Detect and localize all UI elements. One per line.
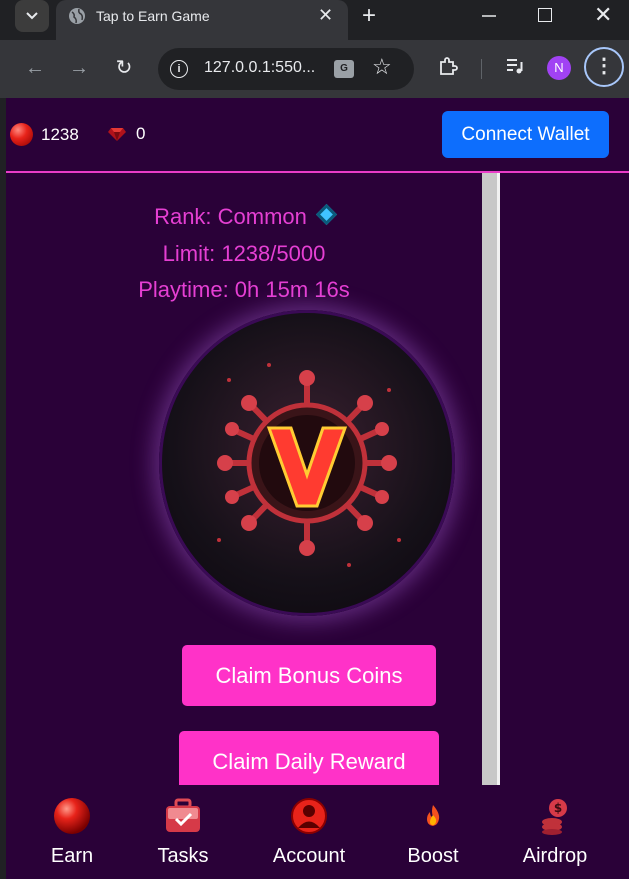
nav-account[interactable]: Account (259, 785, 359, 868)
nav-account-label: Account (272, 845, 346, 867)
red-orb-icon (54, 798, 90, 834)
back-arrow-icon[interactable]: ← (24, 57, 46, 79)
browser-menu-icon[interactable]: ⋮ (584, 47, 624, 87)
diamond-rank-icon (315, 203, 338, 226)
forward-arrow-icon[interactable]: → (68, 57, 90, 79)
tab-title: Tap to Earn Game (96, 8, 210, 24)
tap-coin-button[interactable] (159, 310, 455, 616)
site-info-icon[interactable]: i (170, 60, 188, 78)
tab-search-button[interactable] (15, 0, 49, 32)
gem-count: 0 (136, 124, 146, 143)
claim-daily-reward-button[interactable]: Claim Daily Reward (179, 731, 439, 793)
coins-icon: $ (542, 799, 567, 835)
limit-text: Limit: 1238/5000 (162, 241, 326, 266)
nav-tasks[interactable]: Tasks (133, 785, 233, 868)
inner-scrollbar[interactable] (480, 173, 500, 785)
claim-bonus-coins-button[interactable]: Claim Bonus Coins (182, 645, 436, 706)
nav-earn-label: Earn (50, 845, 94, 867)
reload-icon[interactable]: ↻ (113, 57, 135, 79)
nav-boost[interactable]: Boost (383, 785, 483, 868)
game-page: 1238 0 Connect Wallet Rank: Common Limit… (6, 98, 629, 879)
coin-count: 1238 (41, 124, 79, 144)
minimize-icon[interactable] (480, 4, 498, 24)
red-coin-icon (10, 123, 33, 146)
browser-tab[interactable]: Tap to Earn Game ✕ (56, 0, 348, 40)
browser-tabstrip: Tap to Earn Game ✕ + ✕ (0, 0, 629, 40)
briefcase-icon (166, 798, 200, 832)
maximize-icon[interactable] (538, 8, 552, 22)
game-header: 1238 0 Connect Wallet (6, 98, 629, 173)
user-icon (291, 798, 327, 834)
nav-airdrop-label: Airdrop (522, 845, 588, 867)
translate-icon[interactable]: G (334, 60, 354, 78)
connect-wallet-button[interactable]: Connect Wallet (442, 111, 609, 158)
address-bar[interactable]: i 127.0.0.1:550... G ☆ (158, 48, 414, 90)
chevron-down-icon (26, 12, 38, 20)
virus-logo-icon (217, 363, 401, 567)
bottom-navigation: Earn Tasks Account Boost $ Airdrop (6, 785, 629, 879)
nav-boost-label: Boost (407, 845, 459, 867)
fire-icon (427, 805, 440, 826)
gem-balance: 0 (108, 124, 145, 144)
globe-icon (69, 8, 85, 24)
coin-balance: 1238 (10, 123, 79, 146)
bookmark-star-icon[interactable]: ☆ (372, 54, 392, 80)
nav-tasks-label: Tasks (157, 845, 209, 867)
red-gem-icon (108, 128, 126, 141)
svg-text:$: $ (554, 801, 562, 815)
close-tab-icon[interactable]: ✕ (318, 5, 333, 26)
toolbar-divider (481, 59, 482, 79)
nav-airdrop[interactable]: $ Airdrop (505, 785, 605, 868)
url-text: 127.0.0.1:550... (204, 59, 316, 76)
profile-avatar[interactable]: N (547, 56, 571, 80)
nav-earn[interactable]: Earn (22, 785, 122, 868)
rank-text: Rank: Common (154, 204, 307, 229)
new-tab-button[interactable]: + (362, 2, 376, 30)
extensions-icon[interactable] (437, 56, 459, 78)
rank-line: Rank: Common (6, 203, 482, 230)
close-window-icon[interactable]: ✕ (594, 2, 612, 28)
media-controls-icon[interactable] (505, 56, 525, 76)
playtime-text: Playtime: 0h 15m 16s (138, 277, 350, 302)
browser-toolbar: ← → ↻ i 127.0.0.1:550... G ☆ N ⋮ (0, 40, 629, 98)
